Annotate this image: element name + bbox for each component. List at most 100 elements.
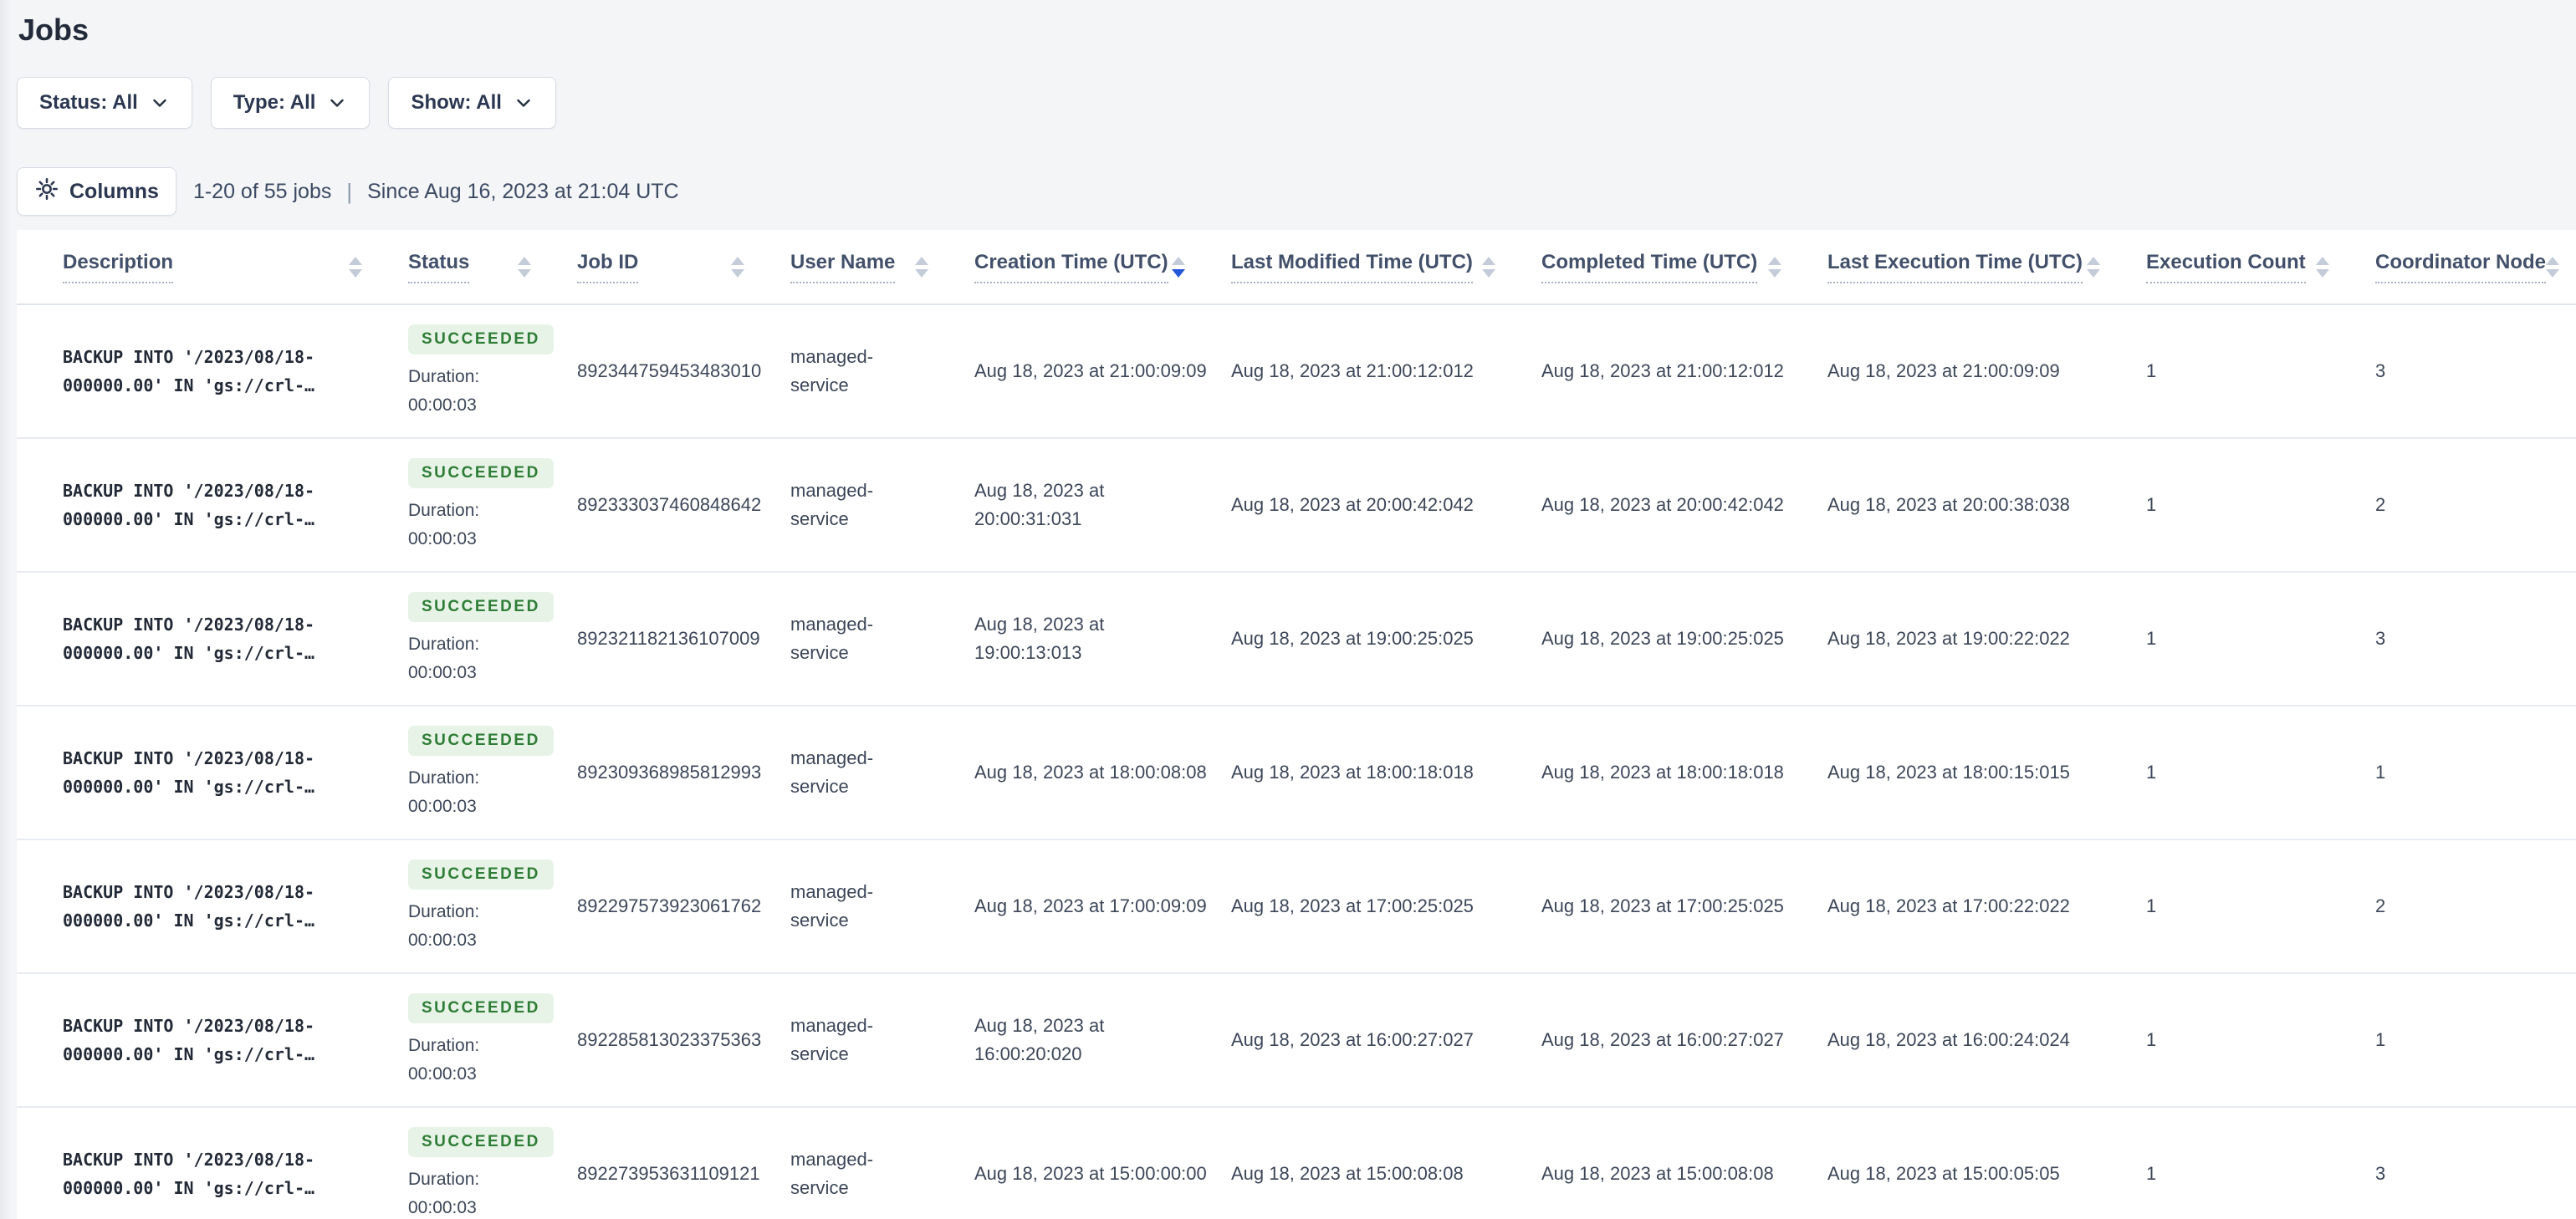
- completed-time-cell: Aug 18, 2023 at 16:00:27:027: [1541, 1029, 1784, 1050]
- chevron-down-icon: [327, 93, 347, 113]
- column-header-job-id[interactable]: Job ID: [577, 251, 790, 283]
- job-description[interactable]: BACKUP INTO '/2023/08/18-000000.00' IN '…: [63, 1012, 314, 1069]
- duration-value: 00:00:03: [408, 395, 477, 415]
- column-header-last-execution-time[interactable]: Last Execution Time (UTC): [1827, 251, 2146, 283]
- last-execution-time-cell: Aug 18, 2023 at 21:00:09:09: [1827, 360, 2060, 381]
- results-count: 1-20 of 55 jobs: [192, 179, 332, 203]
- table-body: BACKUP INTO '/2023/08/18-000000.00' IN '…: [17, 305, 2576, 1219]
- user-name-cell: managed-service: [790, 1012, 974, 1069]
- sort-carets-icon: [1172, 256, 1185, 278]
- column-header-last-modified-time[interactable]: Last Modified Time (UTC): [1231, 251, 1541, 283]
- show-filter-label: Show: All: [411, 91, 502, 114]
- completed-time-cell: Aug 18, 2023 at 19:00:25:025: [1541, 628, 1784, 649]
- column-header-user-name[interactable]: User Name: [790, 251, 974, 283]
- jobs-table: Description Status Job ID User Name Crea…: [17, 230, 2576, 1219]
- show-filter-dropdown[interactable]: Show: All: [388, 77, 556, 129]
- job-description[interactable]: BACKUP INTO '/2023/08/18-000000.00' IN '…: [63, 878, 314, 935]
- chevron-down-icon: [150, 93, 170, 113]
- sort-carets-icon: [2316, 256, 2329, 278]
- description-cell: BACKUP INTO '/2023/08/18-000000.00' IN '…: [63, 343, 408, 400]
- job-description[interactable]: BACKUP INTO '/2023/08/18-000000.00' IN '…: [63, 610, 314, 667]
- description-cell: BACKUP INTO '/2023/08/18-000000.00' IN '…: [63, 744, 408, 801]
- creation-time: Aug 18, 2023 at 20:00:31:031: [974, 480, 1105, 529]
- page-title: Jobs: [18, 13, 89, 47]
- job-description[interactable]: BACKUP INTO '/2023/08/18-000000.00' IN '…: [63, 477, 314, 533]
- creation-time: Aug 18, 2023 at 21:00:09:09: [974, 360, 1207, 381]
- status-filter-dropdown[interactable]: Status: All: [17, 77, 192, 129]
- job-id-cell: 892285813023375363: [577, 1029, 762, 1050]
- duration-value: 00:00:03: [408, 930, 477, 950]
- last-modified-time-cell: Aug 18, 2023 at 15:00:08:08: [1231, 1163, 1464, 1184]
- columns-button[interactable]: Columns: [17, 167, 176, 216]
- user-name-cell: managed-service: [790, 744, 974, 801]
- table-row[interactable]: BACKUP INTO '/2023/08/18-000000.00' IN '…: [17, 706, 2576, 840]
- status-cell: SUCCEEDED Duration: 00:00:03: [408, 725, 577, 821]
- user-name: managed-service: [790, 1149, 874, 1198]
- jobs-page: Jobs Status: All Type: All Show: All Col…: [0, 0, 2576, 1219]
- last-execution-time-cell: Aug 18, 2023 at 16:00:24:024: [1827, 1029, 2070, 1050]
- user-name-cell: managed-service: [790, 477, 974, 533]
- chevron-down-icon: [514, 93, 534, 113]
- column-header-coordinator-node[interactable]: Coordinator Node: [2375, 251, 2559, 283]
- description-cell: BACKUP INTO '/2023/08/18-000000.00' IN '…: [63, 878, 408, 935]
- completed-time-cell: Aug 18, 2023 at 17:00:25:025: [1541, 895, 1784, 916]
- job-description[interactable]: BACKUP INTO '/2023/08/18-000000.00' IN '…: [63, 744, 314, 801]
- completed-time-cell: Aug 18, 2023 at 18:00:18:018: [1541, 762, 1784, 783]
- creation-time-cell: Aug 18, 2023 at 19:00:13:013: [974, 610, 1231, 667]
- status-badge: SUCCEEDED: [408, 725, 554, 756]
- column-header-completed-time[interactable]: Completed Time (UTC): [1541, 251, 1827, 283]
- column-label: Execution Count: [2146, 251, 2306, 283]
- coordinator-node-cell: 1: [2375, 762, 2386, 783]
- column-label: Coordinator Node: [2375, 251, 2546, 283]
- type-filter-dropdown[interactable]: Type: All: [210, 77, 371, 129]
- column-header-execution-count[interactable]: Execution Count: [2146, 251, 2375, 283]
- column-label: Status: [408, 251, 470, 283]
- last-execution-time-cell: Aug 18, 2023 at 18:00:15:015: [1827, 762, 2070, 783]
- sort-carets-icon: [915, 256, 928, 278]
- job-id-cell: 892344759453483010: [577, 360, 762, 381]
- description-cell: BACKUP INTO '/2023/08/18-000000.00' IN '…: [63, 610, 408, 667]
- table-row[interactable]: BACKUP INTO '/2023/08/18-000000.00' IN '…: [17, 840, 2576, 974]
- table-toolbar: Columns 1-20 of 55 jobs | Since Aug 16, …: [17, 167, 2576, 216]
- user-name: managed-service: [790, 881, 874, 931]
- table-row[interactable]: BACKUP INTO '/2023/08/18-000000.00' IN '…: [17, 439, 2576, 573]
- duration-value: 00:00:03: [408, 796, 477, 816]
- description-cell: BACKUP INTO '/2023/08/18-000000.00' IN '…: [63, 1012, 408, 1069]
- creation-time-cell: Aug 18, 2023 at 16:00:20:020: [974, 1012, 1231, 1069]
- status-badge: SUCCEEDED: [408, 591, 554, 622]
- table-row[interactable]: BACKUP INTO '/2023/08/18-000000.00' IN '…: [17, 305, 2576, 439]
- duration-label: Duration:: [408, 634, 480, 654]
- toolbar-separator: |: [346, 178, 353, 204]
- user-name: managed-service: [790, 480, 874, 529]
- coordinator-node-cell: 1: [2375, 1029, 2386, 1050]
- column-label: Last Execution Time (UTC): [1827, 251, 2083, 283]
- job-description[interactable]: BACKUP INTO '/2023/08/18-000000.00' IN '…: [63, 1145, 314, 1202]
- status-cell: SUCCEEDED Duration: 00:00:03: [408, 324, 577, 420]
- execution-count-cell: 1: [2146, 895, 2157, 916]
- job-description[interactable]: BACKUP INTO '/2023/08/18-000000.00' IN '…: [63, 343, 314, 400]
- status-badge: SUCCEEDED: [408, 1126, 554, 1157]
- execution-count-cell: 1: [2146, 360, 2157, 381]
- status-filter-label: Status: All: [39, 91, 138, 114]
- column-header-status[interactable]: Status: [408, 251, 577, 283]
- table-row[interactable]: BACKUP INTO '/2023/08/18-000000.00' IN '…: [17, 573, 2576, 706]
- column-header-description[interactable]: Description: [63, 251, 408, 283]
- completed-time-cell: Aug 18, 2023 at 20:00:42:042: [1541, 494, 1784, 515]
- table-row[interactable]: BACKUP INTO '/2023/08/18-000000.00' IN '…: [17, 1108, 2576, 1219]
- creation-time-cell: Aug 18, 2023 at 17:00:09:09: [974, 892, 1231, 921]
- columns-button-label: Columns: [69, 179, 159, 203]
- duration-value: 00:00:03: [408, 662, 477, 682]
- creation-time-cell: Aug 18, 2023 at 21:00:09:09: [974, 357, 1231, 385]
- table-row[interactable]: BACKUP INTO '/2023/08/18-000000.00' IN '…: [17, 974, 2576, 1108]
- user-name-cell: managed-service: [790, 610, 974, 667]
- coordinator-node-cell: 3: [2375, 360, 2386, 381]
- last-modified-time-cell: Aug 18, 2023 at 19:00:25:025: [1231, 628, 1474, 649]
- status-badge: SUCCEEDED: [408, 324, 554, 354]
- sort-carets-icon: [2087, 256, 2100, 278]
- job-id-cell: 892309368985812993: [577, 762, 762, 783]
- column-header-creation-time[interactable]: Creation Time (UTC): [974, 251, 1231, 283]
- coordinator-node-cell: 2: [2375, 895, 2386, 916]
- last-execution-time-cell: Aug 18, 2023 at 20:00:38:038: [1827, 494, 2070, 515]
- table-header-row: Description Status Job ID User Name Crea…: [17, 230, 2576, 305]
- user-name: managed-service: [790, 747, 874, 797]
